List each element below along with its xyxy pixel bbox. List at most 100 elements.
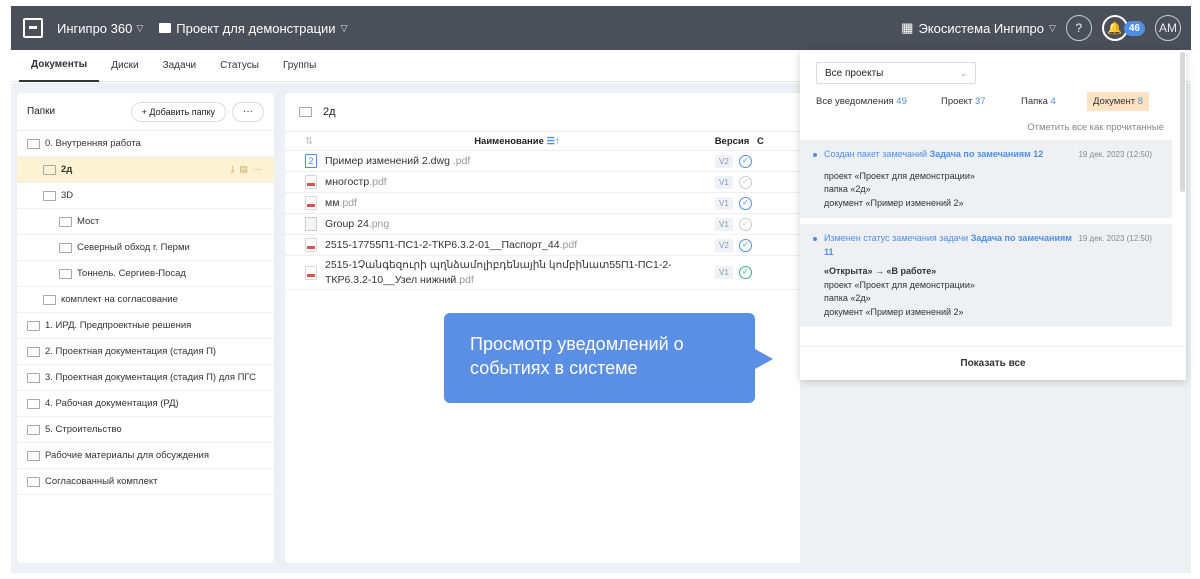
folder-item[interactable]: Северный обход г. Перми: [17, 235, 274, 261]
filter-label: Документ: [1093, 95, 1136, 107]
chevron-down-icon: ▽: [1048, 22, 1056, 33]
scrollbar[interactable]: [1180, 52, 1185, 192]
file-row[interactable]: многостр.pdf V1 ✓: [285, 172, 800, 193]
folder-item[interactable]: Рабочие материалы для обсуждения: [17, 443, 274, 469]
folder-icon: [59, 216, 72, 227]
notifications-button[interactable]: 🔔 46: [1101, 15, 1145, 41]
tab-tasks[interactable]: Задачи: [151, 50, 209, 82]
file-name[interactable]: Пример изменений 2.dwg .pdf: [325, 154, 715, 168]
project-filter-value: Все проекты: [825, 67, 884, 79]
file-basename: мм: [325, 196, 340, 209]
notification-task-link[interactable]: Задача по замечаниям 12: [930, 149, 1044, 159]
ecosystem-switcher[interactable]: ▦ Экосистема Ингипро ▽: [901, 20, 1056, 36]
version-cell: V1 ✓: [715, 196, 752, 210]
file-name[interactable]: 2515-1Չանգեզուրի պղնձամոլիբդենային կոմբի…: [325, 258, 715, 286]
folder-label: 0. Внутренняя работа: [45, 138, 141, 149]
version-tag[interactable]: V1: [715, 196, 733, 210]
file-extension: .pdf: [369, 175, 387, 188]
file-extension: .pdf: [456, 273, 474, 286]
avatar[interactable]: AM: [1155, 15, 1181, 41]
folder-item[interactable]: комплект на согласование: [17, 287, 274, 313]
version-tag[interactable]: V1: [715, 175, 733, 189]
notification-item[interactable]: Изменен статус замечания задачи Задача п…: [800, 224, 1172, 327]
current-folder[interactable]: 2д: [323, 106, 336, 118]
version-tag[interactable]: V2: [715, 154, 733, 168]
more-options-button[interactable]: ···: [232, 101, 264, 122]
file-extension: .pdf: [559, 238, 578, 251]
sort-asc-icon: ☰↑: [546, 135, 560, 147]
tab-groups[interactable]: Группы: [271, 50, 328, 82]
folder-label: Северный обход г. Перми: [77, 242, 190, 253]
project-switcher[interactable]: Проект для демонстрации ▽: [159, 21, 347, 36]
project-filter-select[interactable]: Все проекты ⌄: [816, 62, 976, 84]
folder-row-tools[interactable]: ⤓ ▤ ···: [231, 164, 263, 175]
folder-label: 4. Рабочая документация (РД): [45, 398, 179, 409]
sort-icon[interactable]: ⇅: [305, 136, 327, 147]
folder-item[interactable]: 0. Внутренняя работа: [17, 131, 274, 157]
file-name[interactable]: Group 24.png: [325, 217, 715, 231]
file-name[interactable]: мм.pdf: [325, 196, 715, 210]
dwg-file-icon: 2: [305, 154, 317, 168]
file-row[interactable]: Group 24.png V1 ✓: [285, 214, 800, 235]
file-icon[interactable]: ▤: [239, 164, 248, 175]
folder-item[interactable]: Согласованный комплект: [17, 469, 274, 495]
notification-title[interactable]: Создан пакет замечаний Задача по замечан…: [824, 148, 1074, 162]
notification-title[interactable]: Изменен статус замечания задачи Задача п…: [824, 232, 1074, 259]
file-name[interactable]: многостр.pdf: [325, 175, 715, 189]
show-all-button[interactable]: Показать все: [800, 346, 1186, 380]
column-name[interactable]: Наименование ☰↑: [327, 136, 707, 147]
column-partial: С: [757, 135, 764, 147]
folders-title: Папки: [27, 106, 56, 117]
mark-all-read-link[interactable]: Отметить все как прочитанные: [1027, 122, 1164, 133]
notification-title-text: Создан пакет замечаний: [824, 149, 930, 159]
download-icon[interactable]: ⤓: [231, 164, 235, 175]
notification-detail: папка «2д»: [824, 293, 871, 303]
folder-item[interactable]: 5. Строительство: [17, 417, 274, 443]
add-folder-button[interactable]: + Добавить папку: [130, 101, 226, 122]
filter-folder[interactable]: Папка 4: [1021, 96, 1087, 107]
folder-item[interactable]: 3D: [17, 183, 274, 209]
column-version[interactable]: Версия: [707, 136, 757, 147]
version-tag[interactable]: V1: [715, 217, 733, 231]
tooltip-callout: Просмотр уведомлений о событиях в систем…: [444, 313, 773, 403]
filter-label: Папка: [1021, 95, 1048, 107]
tab-disks[interactable]: Диски: [99, 50, 150, 82]
folder-item[interactable]: 4. Рабочая документация (РД): [17, 391, 274, 417]
folder-item[interactable]: 3. Проектная документация (стадия П) для…: [17, 365, 274, 391]
app-switcher[interactable]: Ингипро 360 ▽: [57, 21, 143, 36]
folder-icon: [59, 268, 72, 279]
notification-detail: документ «Пример изменений 2»: [824, 197, 964, 208]
folder-item[interactable]: 1. ИРД. Предпроектные решения: [17, 313, 274, 339]
app-logo-icon[interactable]: [23, 18, 43, 38]
filter-all[interactable]: Все уведомления 49: [816, 96, 941, 107]
file-row[interactable]: 2515-17755П1-ПС1-2-ТКР6.3.2-01__Паспорт_…: [285, 235, 800, 256]
folder-item[interactable]: Тоннель. Сергиев-Посад: [17, 261, 274, 287]
folder-label: 2. Проектная документация (стадия П): [45, 346, 217, 357]
help-button[interactable]: ?: [1065, 15, 1092, 41]
file-name[interactable]: 2515-17755П1-ПС1-2-ТКР6.3.2-01__Паспорт_…: [325, 238, 715, 252]
tab-documents[interactable]: Документы: [19, 50, 100, 82]
filter-document[interactable]: Документ 8: [1087, 91, 1150, 111]
version-tag[interactable]: V1: [715, 266, 733, 279]
filter-project[interactable]: Проект 37: [941, 96, 1021, 107]
status-check-icon: ✓: [738, 196, 752, 210]
more-icon[interactable]: ···: [253, 164, 262, 175]
file-row[interactable]: 2 Пример изменений 2.dwg .pdf V2 ✓: [285, 151, 800, 172]
tab-statuses[interactable]: Статусы: [208, 50, 271, 82]
project-name: Проект для демонстрации: [176, 20, 336, 36]
folder-item[interactable]: 2д ⤓ ▤ ···: [17, 157, 274, 183]
folder-icon: [27, 138, 40, 149]
folder-item[interactable]: Мост: [17, 209, 274, 235]
notification-date: 19 дек. 2023 (12:50): [1078, 234, 1152, 243]
app-name: Ингипро 360: [57, 20, 133, 36]
file-basename: Пример изменений 2.dwg: [325, 154, 450, 167]
file-extension: .png: [368, 217, 390, 230]
file-row[interactable]: мм.pdf V1 ✓: [285, 193, 800, 214]
version-tag[interactable]: V2: [715, 238, 733, 252]
filter-count: 49: [896, 95, 907, 107]
folder-item[interactable]: 2. Проектная документация (стадия П): [17, 339, 274, 365]
file-extension: .pdf: [449, 154, 471, 167]
folder-icon: [27, 476, 40, 487]
file-row[interactable]: 2515-1Չանգեզուրի պղնձամոլիբդենային կոմբի…: [285, 256, 800, 290]
notification-item[interactable]: Создан пакет замечаний Задача по замечан…: [800, 140, 1172, 218]
